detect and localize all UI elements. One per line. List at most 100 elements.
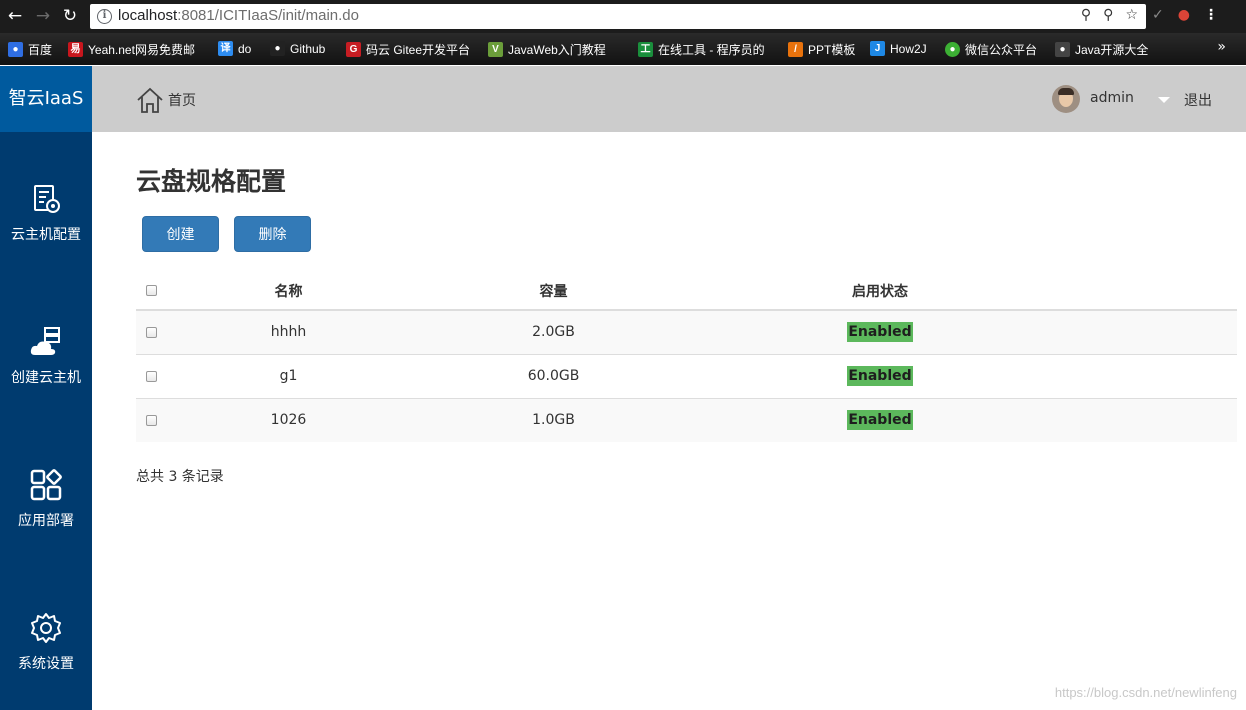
table-row[interactable]: g1 60.0GB Enabled [136,353,1237,398]
avatar[interactable] [1052,85,1080,113]
status-badge: Enabled [847,366,913,386]
bookmark-label: 百度 [28,43,53,57]
home-icon[interactable] [136,86,164,114]
cell-capacity: 1.0GB [411,397,696,442]
menu-dots-icon[interactable]: ⋮ [1204,7,1218,23]
netease-icon: 易 [68,42,83,57]
sidebar-item-settings[interactable]: 系统设置 [0,611,92,673]
sidebar-item-label: 应用部署 [18,513,74,529]
top-header: 首页 admin 退出 [92,66,1246,132]
watermark: https://blog.csdn.net/newlinfeng [1054,685,1237,700]
column-header-status[interactable]: 启用状态 [696,272,1064,311]
zoom-icon[interactable]: ⚲ [1103,7,1113,23]
bookmark-label: PPT模板 [808,43,856,57]
sidebar-item-label: 创建云主机 [11,370,81,386]
key-icon[interactable]: ⚲ [1081,7,1091,23]
delete-button[interactable]: 删除 [234,216,311,252]
sidebar-item-deploy[interactable]: 应用部署 [0,468,92,530]
select-all-checkbox[interactable] [146,285,157,296]
info-icon[interactable]: i [97,9,112,24]
gear-icon [31,613,61,643]
reload-icon[interactable]: ↻ [60,6,80,26]
bookmark-yeah[interactable]: 易 Yeah.net网易免费邮 [68,41,195,58]
star-icon[interactable]: ☆ [1125,7,1138,23]
bookmark-label: Github [290,41,326,56]
bookmark-label: do [238,41,252,56]
bookmark-baidu[interactable]: ● 百度 [8,41,52,58]
sidebar-item-create-host[interactable]: 创建云主机 [0,325,92,387]
logout-link[interactable]: 退出 [1184,90,1212,110]
row-checkbox-cell [136,309,166,354]
bookmark-label: 在线工具 - 程序员的 [658,43,765,57]
row-checkbox-cell [136,397,166,442]
browser-toolbar: ← → ↻ i localhost:8081/ICITIaaS/init/mai… [0,0,1246,33]
bookmark-label: Yeah.net网易免费邮 [88,43,195,57]
row-checkbox[interactable] [146,414,157,426]
bookmark-ppt[interactable]: / PPT模板 [788,41,855,58]
row-checkbox[interactable] [146,326,157,338]
table-row[interactable]: hhhh 2.0GB Enabled [136,309,1237,354]
sidebar: 智云IaaS 云主机配置 创建云主机 应用部署 系统设置 [0,66,92,710]
avatar-hair [1058,88,1074,95]
cell-capacity: 2.0GB [411,309,696,354]
column-header-name[interactable]: 名称 [166,272,411,311]
cell-empty [1064,397,1237,442]
cell-name: hhhh [166,309,411,354]
sidebar-item-label: 云主机配置 [11,227,81,243]
table-header-row: 名称 容量 启用状态 [136,272,1237,311]
sidebar-item-label: 系统设置 [18,656,74,672]
bookmark-github[interactable]: ● Github [270,41,325,56]
baidu-icon: ● [8,42,23,57]
cell-empty [1064,353,1237,398]
map-pin-icon[interactable]: ● [1178,7,1190,23]
bookmark-do[interactable]: 译 do [218,41,251,56]
row-checkbox[interactable] [146,370,157,382]
cell-name: 1026 [166,397,411,442]
bookmark-label: 码云 Gitee开发平台 [366,43,471,57]
ppt-icon: / [788,42,803,57]
user-name[interactable]: admin [1090,90,1134,106]
bookmark-gitee[interactable]: G 码云 Gitee开发平台 [346,41,470,58]
bookmark-label: 微信公众平台 [965,43,1038,57]
bookmark-how2j[interactable]: J How2J [870,41,927,56]
tool-icon: 工 [638,42,653,57]
translate-icon: 译 [218,41,233,56]
total-records: 总共 3 条记录 [136,469,224,485]
page-title: 云盘规格配置 [136,167,287,196]
javaweb-icon: V [488,42,503,57]
bookmark-wechat[interactable]: ● 微信公众平台 [945,41,1037,58]
status-badge: Enabled [847,410,913,431]
config-icon [34,185,60,213]
row-checkbox-cell [136,353,166,398]
table-row[interactable]: 1026 1.0GB Enabled [136,397,1237,442]
create-button[interactable]: 创建 [142,216,219,252]
column-header-capacity[interactable]: 容量 [411,272,696,311]
bookmark-label: Java开源大全 [1075,43,1149,57]
bookmark-javaweb[interactable]: V JavaWeb入门教程 [488,41,606,58]
how2j-icon: J [870,41,885,56]
more-bookmarks-icon[interactable]: » [1217,39,1226,55]
url-host: localhost [118,7,178,24]
cloud-server-icon [30,327,60,355]
cell-status: Enabled [696,309,1064,354]
select-all-cell [136,272,166,311]
extension-icon[interactable]: ✓ [1152,7,1164,23]
bookmark-java[interactable]: ● Java开源大全 [1055,41,1148,58]
column-header-empty [1064,272,1237,311]
cell-status: Enabled [696,353,1064,398]
bookmark-tools[interactable]: 工在线工具 - 程序员的 [638,41,765,58]
caret-down-icon[interactable] [1158,97,1170,103]
forward-arrow-icon[interactable]: → [33,6,53,26]
wechat-icon: ● [945,42,960,57]
back-arrow-icon[interactable]: ← [5,6,25,26]
url-text[interactable]: localhost:8081/ICITIaaS/init/main.do [118,7,359,24]
breadcrumb-home[interactable]: 首页 [168,90,196,110]
bookmarks-bar: ● 百度 易 Yeah.net网易免费邮 译 do ● Github G 码云 Gitee… [0,33,1246,65]
disk-spec-table: 名称 容量 启用状态 hhhh 2.0GB Enabled g1 60.0GB … [136,272,1237,442]
brand-logo[interactable]: 智云IaaS [0,66,92,132]
bookmark-label: JavaWeb入门教程 [508,43,606,57]
bookmark-label: How2J [890,41,927,56]
address-bar[interactable]: i localhost:8081/ICITIaaS/init/main.do ⚲… [90,4,1146,29]
sidebar-item-host-config[interactable]: 云主机配置 [0,182,92,244]
gitee-icon: G [346,42,361,57]
